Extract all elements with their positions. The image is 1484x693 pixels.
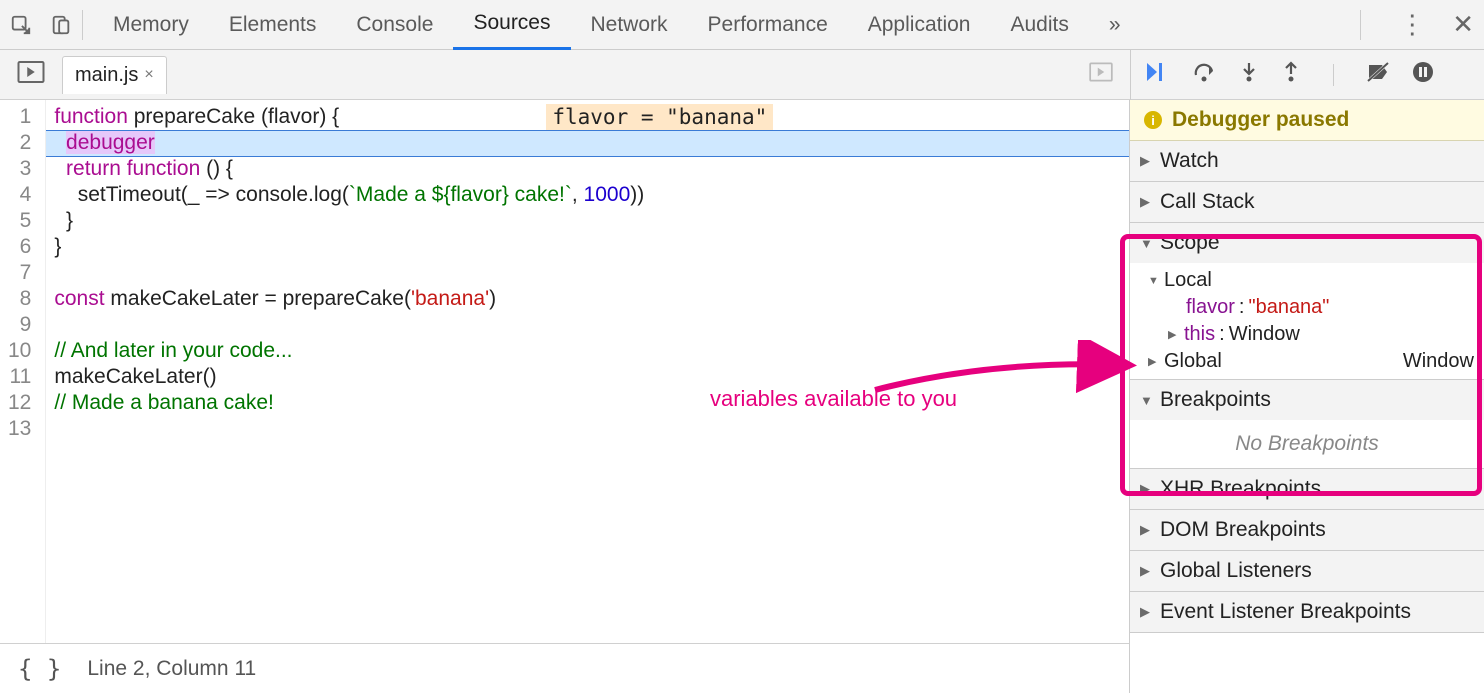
cursor-position: Line 2, Column 11 xyxy=(87,657,256,681)
close-icon[interactable]: ✕ xyxy=(1452,9,1474,40)
global-listeners-section[interactable]: ▶Global Listeners xyxy=(1130,551,1484,591)
separator xyxy=(1360,10,1361,40)
close-tab-icon[interactable]: × xyxy=(144,66,153,84)
step-into-icon[interactable] xyxy=(1239,61,1259,89)
file-tab-label: main.js xyxy=(75,64,138,87)
tab-audits[interactable]: Audits xyxy=(990,0,1088,50)
scope-global[interactable]: ▶GlobalWindow xyxy=(1130,348,1484,375)
navigator-toggle-icon[interactable] xyxy=(0,57,62,93)
status-bar: { } Line 2, Column 11 xyxy=(0,643,1129,693)
separator xyxy=(1333,64,1334,86)
run-snippet-icon[interactable] xyxy=(1088,59,1114,91)
step-over-icon[interactable] xyxy=(1193,61,1217,89)
scope-local[interactable]: ▼Local xyxy=(1130,267,1484,294)
tab-console[interactable]: Console xyxy=(336,0,453,50)
tab-sources[interactable]: Sources xyxy=(453,0,570,50)
more-tabs-icon[interactable]: » xyxy=(1089,0,1141,50)
tab-elements[interactable]: Elements xyxy=(209,0,337,50)
deactivate-breakpoints-icon[interactable] xyxy=(1366,61,1390,89)
scope-section[interactable]: ▼Scope xyxy=(1130,223,1484,263)
tab-memory[interactable]: Memory xyxy=(93,0,209,50)
paused-banner: i Debugger paused xyxy=(1130,100,1484,141)
resume-icon[interactable] xyxy=(1145,61,1171,89)
dom-breakpoints-section[interactable]: ▶DOM Breakpoints xyxy=(1130,510,1484,550)
file-tab-main-js[interactable]: main.js × xyxy=(62,56,167,94)
line-gutter: 1 2 3 4 5 6 7 8 9 10 11 12 13 xyxy=(0,100,46,643)
step-out-icon[interactable] xyxy=(1281,61,1301,89)
event-listener-breakpoints-section[interactable]: ▶Event Listener Breakpoints xyxy=(1130,592,1484,632)
tab-performance[interactable]: Performance xyxy=(688,0,848,50)
breakpoints-section[interactable]: ▼Breakpoints xyxy=(1130,380,1484,420)
code-editor[interactable]: 1 2 3 4 5 6 7 8 9 10 11 12 13 flavor = "… xyxy=(0,100,1130,693)
scope-var-flavor[interactable]: flavor: "banana" xyxy=(1130,294,1484,321)
tab-application[interactable]: Application xyxy=(848,0,991,50)
xhr-breakpoints-section[interactable]: ▶XHR Breakpoints xyxy=(1130,469,1484,509)
pause-exceptions-icon[interactable] xyxy=(1412,61,1434,89)
no-breakpoints-label: No Breakpoints xyxy=(1130,420,1484,468)
inspect-icon[interactable] xyxy=(10,14,32,36)
tab-network[interactable]: Network xyxy=(571,0,688,50)
scope-var-this[interactable]: ▶this: Window xyxy=(1130,321,1484,348)
pretty-print-icon[interactable]: { } xyxy=(18,655,61,683)
info-icon: i xyxy=(1144,111,1162,129)
separator xyxy=(82,10,83,40)
file-tab-bar: main.js × xyxy=(0,50,1484,100)
device-toggle-icon[interactable] xyxy=(50,14,72,36)
callstack-section[interactable]: ▶Call Stack xyxy=(1130,182,1484,222)
kebab-menu-icon[interactable]: ⋮ xyxy=(1399,9,1424,40)
watch-section[interactable]: ▶Watch xyxy=(1130,141,1484,181)
debugger-sidebar: i Debugger paused ▶Watch ▶Call Stack ▼Sc… xyxy=(1130,100,1484,693)
devtools-tab-bar: Memory Elements Console Sources Network … xyxy=(0,0,1484,50)
